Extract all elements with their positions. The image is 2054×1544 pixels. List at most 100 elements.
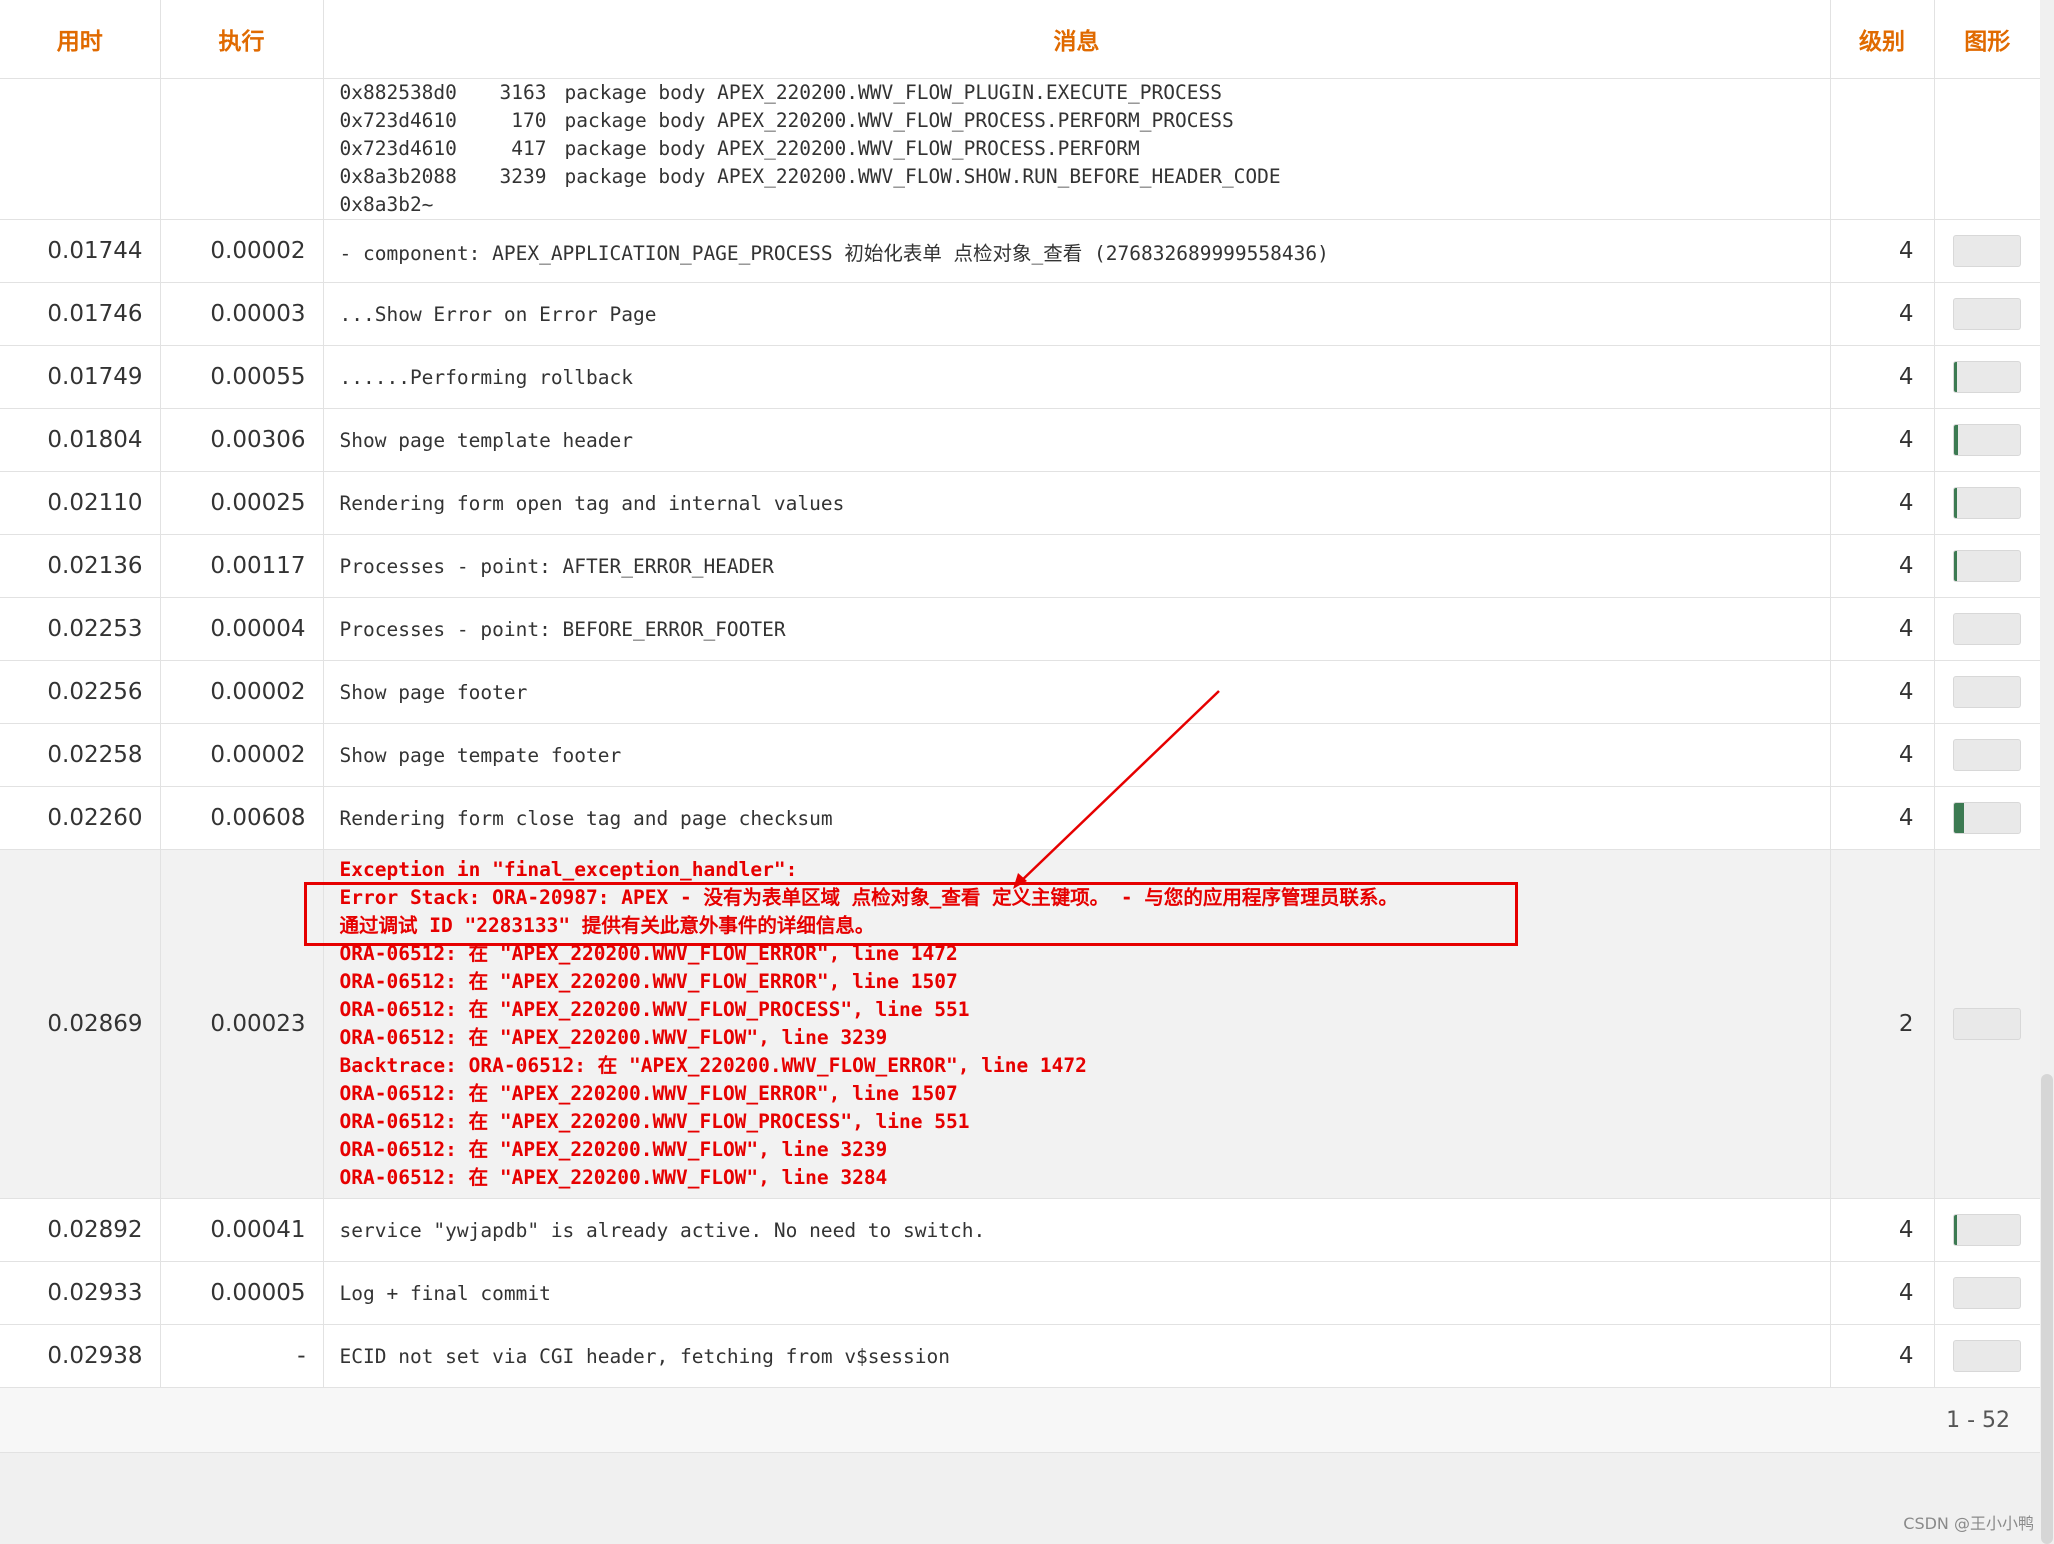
table-row: 0.02256 0.00002 Show page footer 4: [0, 660, 2040, 724]
timing-bar: [1953, 424, 2022, 456]
column-header-level[interactable]: 级别: [1830, 0, 1935, 79]
elapsed-cell: 0.01749: [0, 345, 161, 409]
level-cell: 4: [1830, 345, 1935, 409]
message-cell: ECID not set via CGI header, fetching fr…: [323, 1324, 1831, 1388]
message-cell: Exception in "final_exception_handler": E…: [303, 849, 1831, 1199]
error-line: ORA-06512: 在 "APEX_220200.WWV_FLOW_PROCE…: [339, 1110, 970, 1133]
level-cell: 4: [1830, 1198, 1935, 1262]
error-line: ORA-06512: 在 "APEX_220200.WWV_FLOW_ERROR…: [339, 1082, 958, 1105]
level-cell: 4: [1830, 282, 1935, 346]
elapsed-cell: 0.02260: [0, 786, 161, 850]
level-cell: 4: [1830, 219, 1935, 283]
table-row: 0.01744 0.00002- component: APEX_APPLICAT…: [0, 219, 2040, 283]
timing-bar-fill: [1954, 1215, 1957, 1245]
graph-cell: [1934, 849, 2040, 1199]
graph-cell: [1934, 345, 2040, 409]
error-line: ORA-06512: 在 "APEX_220200.WWV_FLOW", lin…: [339, 1166, 888, 1189]
elapsed-cell: 0.02256: [0, 660, 161, 724]
column-header-exec[interactable]: 执行: [160, 0, 324, 79]
message-cell: Show page tempate footer: [323, 723, 1831, 787]
message-cell: Rendering form open tag and internal val…: [323, 471, 1831, 535]
table-row: 0.01746 0.00003 ...Show Error on Error Pag…: [0, 282, 2040, 346]
stack-line: 0x8a3b2~: [340, 191, 1830, 219]
exec-cell: [160, 78, 324, 220]
message-cell: service "ywjapdb" is already active. No …: [323, 1198, 1831, 1262]
graph-cell: [1934, 1198, 2040, 1262]
timing-bar: [1953, 739, 2022, 771]
level-cell: 2: [1830, 849, 1935, 1199]
elapsed-cell: 0.02933: [0, 1261, 161, 1325]
graph-cell: [1934, 1324, 2040, 1388]
elapsed-cell: 0.02110: [0, 471, 161, 535]
message-cell: Show page template header: [323, 408, 1831, 472]
stack-line-number: 417: [511, 137, 547, 160]
column-header-message[interactable]: 消息: [323, 0, 1831, 79]
graph-cell: [1934, 660, 2040, 724]
elapsed-cell: 0.02869: [0, 849, 161, 1199]
error-line: Exception in "final_exception_handler":: [339, 858, 798, 881]
timing-bar: [1953, 676, 2022, 708]
level-cell: 4: [1830, 723, 1935, 787]
column-header-graph[interactable]: 图形: [1934, 0, 2040, 79]
exec-cell: 0.00002: [160, 723, 324, 787]
table-row: 0.02253 0.00004 Processes - point: BEFORE_…: [0, 597, 2040, 661]
stack-address: 0x8a3b2~: [339, 193, 434, 216]
error-line: ORA-06512: 在 "APEX_220200.WWV_FLOW_PROCE…: [339, 998, 970, 1021]
table-row-stack: 0x882538d0 3163 package body APEX_220200.W…: [0, 78, 2040, 220]
graph-cell: [1934, 78, 2040, 220]
page-bottom: [0, 1453, 2040, 1519]
timing-bar: [1953, 1214, 2022, 1246]
table-row: 0.02110 0.00025 Rendering form open tag an…: [0, 471, 2040, 535]
column-header-elapsed[interactable]: 用时: [0, 0, 161, 79]
stack-address: 0x723d4610: [339, 137, 457, 160]
exec-cell: 0.00608: [160, 786, 324, 850]
exec-cell: 0.00004: [160, 597, 324, 661]
level-cell: 4: [1830, 408, 1935, 472]
error-line: Backtrace: ORA-06512: 在 "APEX_220200.WWV…: [339, 1054, 1087, 1077]
timing-bar: [1953, 361, 2022, 393]
level-cell: 4: [1830, 1261, 1935, 1325]
scrollbar-thumb[interactable]: [2041, 1074, 2053, 1544]
stack-text: package body APEX_220200.WWV_FLOW.SHOW.R…: [564, 165, 1281, 188]
level-cell: 4: [1830, 471, 1935, 535]
exec-cell: 0.00117: [160, 534, 324, 598]
elapsed-cell: 0.01804: [0, 408, 161, 472]
stack-line: 0x723d4610 170 package body APEX_220200.WW…: [340, 107, 1830, 135]
error-stack: Exception in "final_exception_handler": E…: [303, 850, 1830, 1198]
stack-line-number: 170: [511, 109, 547, 132]
elapsed-cell: [0, 78, 161, 220]
message-cell: ...Show Error on Error Page: [323, 282, 1831, 346]
stack-line: 0x882538d0 3163 package body APEX_220200.W…: [340, 79, 1830, 107]
message-cell: Show page footer: [323, 660, 1831, 724]
level-cell: 4: [1830, 1324, 1935, 1388]
exec-cell: 0.00003: [160, 282, 324, 346]
table-row: 0.02136 0.00117 Processes - point: AFTER_E…: [0, 534, 2040, 598]
timing-bar: [1953, 487, 2022, 519]
elapsed-cell: 0.01744: [0, 219, 161, 283]
elapsed-cell: 0.02892: [0, 1198, 161, 1262]
exec-cell: 0.00002: [160, 660, 324, 724]
timing-bar-fill: [1954, 803, 1965, 833]
graph-cell: [1934, 219, 2040, 283]
report-footer: 1 - 52: [0, 1388, 2040, 1453]
graph-cell: [1934, 408, 2040, 472]
graph-cell: [1934, 723, 2040, 787]
stack-address: 0x723d4610: [339, 109, 457, 132]
stack-line-number: 3239: [499, 165, 547, 188]
level-cell: 4: [1830, 660, 1935, 724]
elapsed-cell: 0.01746: [0, 282, 161, 346]
level-cell: 4: [1830, 786, 1935, 850]
table-row: 0.01749 0.00055 ......Performing rollback 4: [0, 345, 2040, 409]
error-line: ORA-06512: 在 "APEX_220200.WWV_FLOW", lin…: [339, 1138, 888, 1161]
timing-bar: [1953, 298, 2022, 330]
table-row: 0.02258 0.00002 Show page tempate footer 4: [0, 723, 2040, 787]
elapsed-cell: 0.02253: [0, 597, 161, 661]
timing-bar: [1953, 1277, 2022, 1309]
message-cell: 0x882538d0 3163 package body APEX_220200.W…: [323, 78, 1831, 220]
error-line: Error Stack: ORA-20987: APEX - 没有为表单区域 点…: [339, 886, 1398, 909]
table-row: 0.01804 0.00306 Show page template header 4: [0, 408, 2040, 472]
error-line: 通过调试 ID "2283133" 提供有关此意外事件的详细信息。: [339, 914, 875, 937]
stack-address: 0x8a3b2088: [339, 165, 457, 188]
timing-bar: [1953, 613, 2022, 645]
timing-bar: [1953, 802, 2022, 834]
